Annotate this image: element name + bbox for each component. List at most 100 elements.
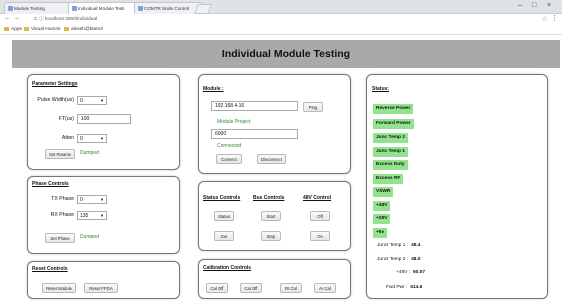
new-tab-button[interactable] <box>194 4 212 14</box>
reset-controls-title: Reset Controls <box>32 266 68 272</box>
fwd-pwr-reading: Fwd Pwr :614.6 <box>386 285 422 290</box>
tab-label: Module Testing <box>14 6 45 11</box>
reading-value: 50.07 <box>413 270 426 275</box>
tab-favicon-icon <box>8 6 13 11</box>
page-header: Individual Module Testing <box>12 40 560 68</box>
rt-cal-button[interactable]: Rt Cal <box>280 283 302 293</box>
bookmark-star-icon[interactable]: ☆ <box>542 15 548 23</box>
v48-reading: +48V :50.07 <box>396 270 425 275</box>
reading-label: Fwd Pwr : <box>386 285 408 290</box>
atten-select[interactable]: 0 ▼ <box>77 134 107 143</box>
rx-phase-value: 135 <box>80 213 89 219</box>
forward-icon[interactable]: → <box>13 15 20 22</box>
status-controls-title: Status Controls <box>203 195 241 201</box>
tx-phase-label: TX Phase <box>51 196 74 202</box>
ft-input[interactable]: 100 <box>77 114 131 124</box>
chevron-down-icon: ▼ <box>100 213 104 218</box>
module-ip-input[interactable]: 192.168.4.16 <box>211 101 298 111</box>
rx-phase-select[interactable]: 135 ▼ <box>77 211 107 220</box>
atten-value: 0 <box>80 136 83 142</box>
reading-value: 614.6 <box>410 285 423 290</box>
browser-menu-icon[interactable]: ⋮ <box>551 14 558 22</box>
calibration-controls-title: Calibration Controls <box>203 265 252 271</box>
pulse-width-value: 0 <box>80 98 83 104</box>
module-title: Module : <box>203 86 224 92</box>
v48-control-title: 48V Control <box>303 195 332 201</box>
url-field[interactable]: C ⓘ localhost:3000/individual <box>34 16 534 23</box>
cal-button-1[interactable]: Cal Off <box>206 283 228 293</box>
ar-cal-button[interactable]: Ar Cal <box>314 283 336 293</box>
maximize-icon[interactable]: □ <box>532 2 536 9</box>
v48-off-button[interactable]: Off <box>310 211 330 221</box>
bus-controls-title: Bus Controls <box>253 195 285 201</box>
junct-temp1-reading: Junct Temp 1 :48.4 <box>377 243 420 248</box>
atten-label: Atten <box>61 135 74 141</box>
bookmark-alessh[interactable]: alessh@blam3 <box>64 26 103 34</box>
reset-fpga-button[interactable]: Reset FPGA <box>84 283 118 293</box>
params-status-text: Dumped <box>80 150 99 156</box>
tab-favicon-icon <box>72 6 77 11</box>
browser-tab-bar: Module Testing × Individual Module Testi… <box>0 0 562 15</box>
rx-phase-label: RX Phase <box>50 212 74 218</box>
set-phase-button[interactable]: Set Phase <box>45 233 75 243</box>
tab-label: Individual Module Testi <box>78 6 125 11</box>
bus-stop-button[interactable]: Stop <box>261 231 281 241</box>
minimize-icon[interactable]: – <box>518 2 522 9</box>
connect-button[interactable]: Connect <box>216 154 242 164</box>
status-panel-title: Status: <box>372 86 389 92</box>
junct-temp2-reading: Junct Temp 2 :48.0 <box>377 257 420 262</box>
reading-label: +48V : <box>396 270 411 275</box>
pulse-width-select[interactable]: 0 ▼ <box>77 96 107 105</box>
bus-start-button[interactable]: Start <box>261 211 281 221</box>
v48-on-button[interactable]: On <box>310 231 330 241</box>
tx-phase-value: 0 <box>80 197 83 203</box>
status-badge: Forward Power <box>373 119 414 129</box>
ping-button[interactable]: Ping <box>303 102 323 112</box>
parameter-settings-title: Parameter Settings <box>32 81 78 87</box>
bookmark-visual-hummi[interactable]: Visual Hummi <box>24 26 61 34</box>
reading-value: 48.0 <box>411 257 421 262</box>
cal-button-2[interactable]: Cal Off <box>240 283 262 293</box>
get-status-button[interactable]: Get <box>214 231 234 241</box>
status-badge: Reverse Power <box>373 104 414 114</box>
tab-favicon-icon <box>138 6 143 11</box>
chevron-down-icon: ▼ <box>100 98 104 103</box>
disconnect-button[interactable]: Disconnect <box>257 154 286 164</box>
page-title: Individual Module Testing <box>221 48 351 60</box>
bookmark-apps[interactable]: Apps <box>4 26 22 34</box>
phase-status-text: Dumped <box>80 234 99 240</box>
reading-label: Junct Temp 2 : <box>377 257 409 262</box>
status-badge: Junc Temp 1 <box>373 147 408 157</box>
status-badge: +28V <box>373 214 391 224</box>
reading-label: Junct Temp 1 : <box>377 243 409 248</box>
chevron-down-icon: ▼ <box>100 197 104 202</box>
pulse-width-label: Pulse Width(us) <box>37 97 74 103</box>
reset-module-button[interactable]: Reset Module <box>42 283 76 293</box>
folder-icon <box>24 26 29 31</box>
module-project-input[interactable]: 6000 <box>211 129 298 139</box>
status-badge: +5v <box>373 228 388 238</box>
ft-label: FT(us) <box>58 116 74 122</box>
apps-grid-icon <box>4 26 9 31</box>
status-badge: +48V <box>373 201 391 211</box>
status-badge: VSWR <box>373 187 394 197</box>
status-badge: Excess Duty <box>373 160 408 170</box>
bookmark-label: Apps <box>11 27 22 32</box>
module-project-label: Module Project <box>217 119 251 125</box>
tab-label: CGMTR Node Control <box>144 6 190 11</box>
reading-value: 48.4 <box>411 243 421 248</box>
back-icon[interactable]: ← <box>4 15 11 22</box>
bookmarks-bar: Apps Visual Hummi alessh@blam3 <box>0 25 562 35</box>
status-button[interactable]: Status <box>214 211 234 221</box>
status-badge: Excess RF <box>373 174 404 184</box>
address-bar: ← → C ⓘ localhost:3000/individual ☆ ⋮ <box>0 14 562 25</box>
phase-controls-title: Phase Controls <box>32 181 69 187</box>
folder-icon <box>64 26 69 31</box>
connection-status-text: Connected <box>217 143 242 149</box>
status-badge: Junc Temp 2 <box>373 133 408 143</box>
chevron-down-icon: ▼ <box>100 136 104 141</box>
bookmark-label: Visual Hummi <box>31 27 61 32</box>
close-window-icon[interactable]: × <box>547 2 551 9</box>
set-params-button[interactable]: Set Params <box>45 149 75 159</box>
tx-phase-select[interactable]: 0 ▼ <box>77 195 107 204</box>
